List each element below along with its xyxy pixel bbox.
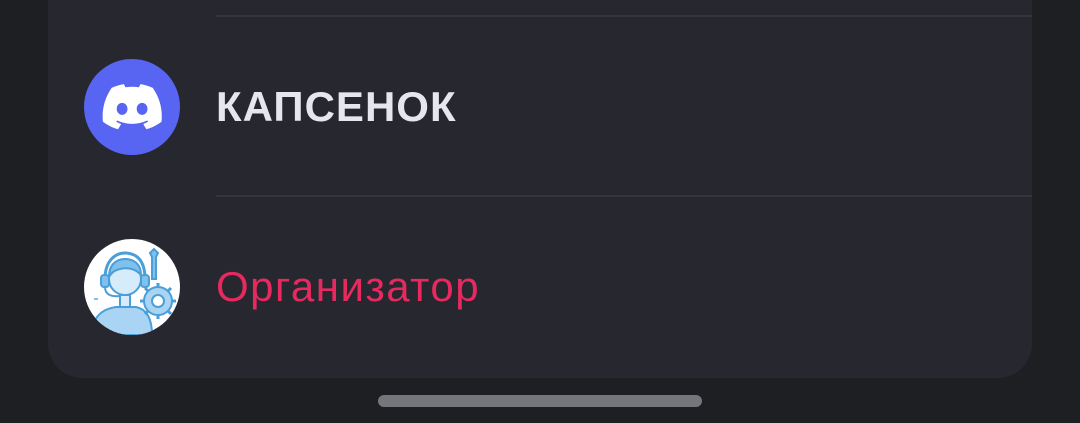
list-item-discord-role[interactable]: КАПСЕНОК <box>48 17 1032 197</box>
list-item-organizer-role[interactable]: Организатор <box>48 197 1032 377</box>
discord-icon <box>84 59 180 155</box>
screen: КАПСЕНОК Организатор <box>0 0 1080 423</box>
role-label: КАПСЕНОК <box>216 83 457 130</box>
organizer-support-icon <box>84 239 180 335</box>
role-label: Организатор <box>216 263 481 310</box>
role-list-card: КАПСЕНОК Организатор <box>48 0 1032 378</box>
home-indicator[interactable] <box>378 395 702 407</box>
